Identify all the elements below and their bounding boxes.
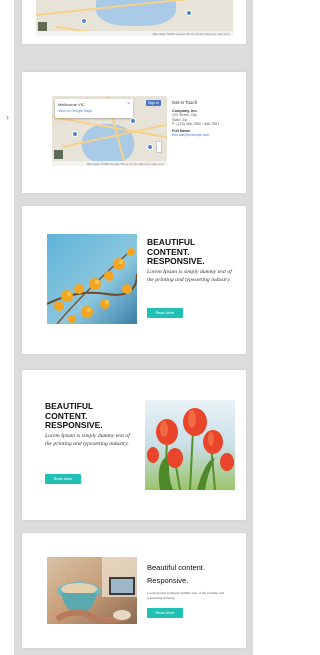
headline-line: Responsive.	[147, 576, 189, 585]
block-headline: Beautiful content. Responsive.	[147, 563, 205, 585]
content-block-photo-coffee[interactable]: Beautiful content. Responsive. Lorem Ips…	[22, 533, 246, 648]
block-headline: BEAUTIFUL CONTENT. RESPONSIVE.	[147, 237, 205, 267]
map-block-partial[interactable]: Map data ©2015 Google Terms of Use Repor…	[22, 0, 246, 44]
map-contact-block[interactable]: Melbourne VIC View on Google Maps × Sign…	[22, 72, 246, 193]
view-on-google-maps-link[interactable]: View on Google Maps	[58, 109, 92, 113]
contact-heading: Get in Touch	[172, 100, 198, 105]
headline-line: RESPONSIVE.	[45, 420, 103, 430]
block-headline: BEAUTIFUL CONTENT. RESPONSIVE.	[45, 401, 103, 431]
headline-line: RESPONSIVE.	[147, 256, 205, 266]
contact-phone: P: (123) 456-7890 / 456-7891	[172, 122, 220, 127]
map-image: Melbourne VIC View on Google Maps × Sign…	[52, 96, 167, 166]
map-footer-text: Map data ©2015 Google Terms of Use Repor…	[86, 162, 164, 166]
tulip-photo	[145, 400, 235, 490]
map-image: Map data ©2015 Google Terms of Use Repor…	[36, 0, 233, 36]
block-body-text: Lorem Ipsum is simply dummy text of the …	[147, 269, 232, 283]
close-icon[interactable]: ×	[127, 101, 130, 107]
map-sign-in-button[interactable]: Sign in	[146, 100, 161, 106]
read-more-button[interactable]: Read More	[147, 608, 183, 618]
map-footer-text: Map data ©2015 Google Terms of Use Repor…	[152, 32, 230, 36]
map-satellite-thumbnail[interactable]	[54, 150, 63, 159]
zoom-control[interactable]	[157, 142, 161, 152]
left-panel: ›	[0, 0, 14, 655]
blossom-photo	[47, 234, 137, 324]
map-satellite-thumbnail[interactable]	[38, 22, 47, 31]
contact-email-link[interactable]: first.last@example.com	[172, 133, 242, 137]
contact-info: Get in Touch Company, Inc. 123 Street, C…	[172, 100, 242, 137]
map-info-popup: Melbourne VIC View on Google Maps ×	[55, 99, 133, 118]
content-block-image-left[interactable]: BEAUTIFUL CONTENT. RESPONSIVE. Lorem Ips…	[22, 206, 246, 354]
popup-title: Melbourne VIC	[58, 102, 85, 107]
block-body-text: Lorem Ipsum is simply dummy text of the …	[147, 591, 225, 600]
read-more-button[interactable]: Read More	[147, 308, 183, 318]
content-block-image-right[interactable]: BEAUTIFUL CONTENT. RESPONSIVE. Lorem Ips…	[22, 370, 246, 520]
block-body-text: Lorem Ipsum is simply dummy text of the …	[45, 433, 130, 447]
expand-arrow-icon[interactable]: ›	[6, 113, 9, 122]
headline-line: Beautiful content.	[147, 563, 205, 572]
coffee-cup-photo	[47, 557, 137, 624]
read-more-button[interactable]: Read More	[45, 474, 81, 484]
map-sign-in-label: Sign in	[148, 101, 159, 105]
